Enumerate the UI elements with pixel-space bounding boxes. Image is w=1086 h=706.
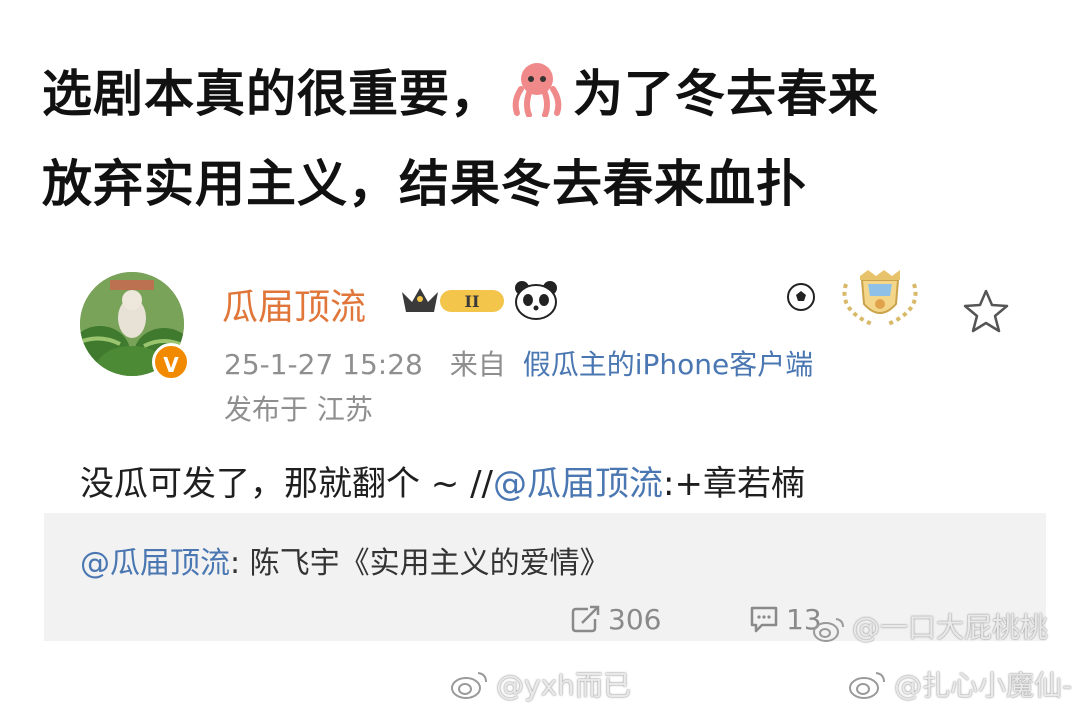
overlay-watermark-text: @一口大屁桃桃 [852,611,1049,644]
retweet-text: : 陈飞宇《实用主义的爱情》 [230,546,610,581]
repost-icon [571,605,600,633]
body-mention-link[interactable]: @瓜届顶流 [493,464,663,504]
headline-line-1-after: 为了冬去春来 [573,65,879,123]
headline: 选剧本真的很重要， 为了冬去春来 放弃实用主义，结果冬去春来血扑 [42,52,1062,226]
timestamp: 25-1-27 15:28 [224,348,423,381]
bottom-right-watermark-text: @扎心小魔仙- [894,669,1073,702]
bottom-right-watermark: @扎心小魔仙- [848,664,1072,704]
weibo-logo-icon [813,618,844,642]
weibo-logo-icon [849,672,885,699]
post-meta: 25-1-27 15:28 来自 假瓜主的iPhone客户端 [224,343,813,383]
panda-icon [514,280,558,324]
headline-line-1: 选剧本真的很重要， 为了冬去春来 [42,52,1062,142]
repost-count: 306 [608,603,662,636]
team-medal-icon [832,270,928,334]
source-link[interactable]: 假瓜主的iPhone客户端 [523,348,814,381]
level-badge-text: II [465,292,480,311]
body-suffix: :+章若楠 [663,464,805,504]
body-text: 没瓜可发了，那就翻个 ~ // [80,464,494,504]
headline-line-1-before: 选剧本真的很重要， [42,65,501,123]
username[interactable]: 瓜届顶流 [222,278,366,330]
source-prefix: 来自 [449,348,506,381]
favorite-star-icon[interactable] [962,288,1010,338]
comment-stat[interactable]: 13 [748,603,822,636]
location: 发布于 江苏 [224,393,373,426]
bottom-left-watermark-text: @yxh而已 [496,669,631,702]
comment-icon [750,606,778,633]
vip-crown-icon: II [400,282,508,320]
post-body: 没瓜可发了，那就翻个 ~ //@瓜届顶流:+章若楠 [80,456,805,505]
soccer-ball-icon [786,282,816,316]
headline-line-2: 放弃实用主义，结果冬去春来血扑 [42,155,807,213]
weibo-logo-icon [451,672,487,699]
retweet-mention-link[interactable]: @瓜届顶流 [80,546,230,581]
bottom-left-watermark: @yxh而已 [450,664,631,704]
retweet-content: @瓜届顶流: 陈飞宇《实用主义的爱情》 [80,538,610,582]
overlay-watermark: @一口大屁桃桃 [812,606,1048,646]
octopus-icon [507,58,567,142]
repost-stat[interactable]: 306 [570,603,661,636]
verified-badge: V [152,343,190,381]
